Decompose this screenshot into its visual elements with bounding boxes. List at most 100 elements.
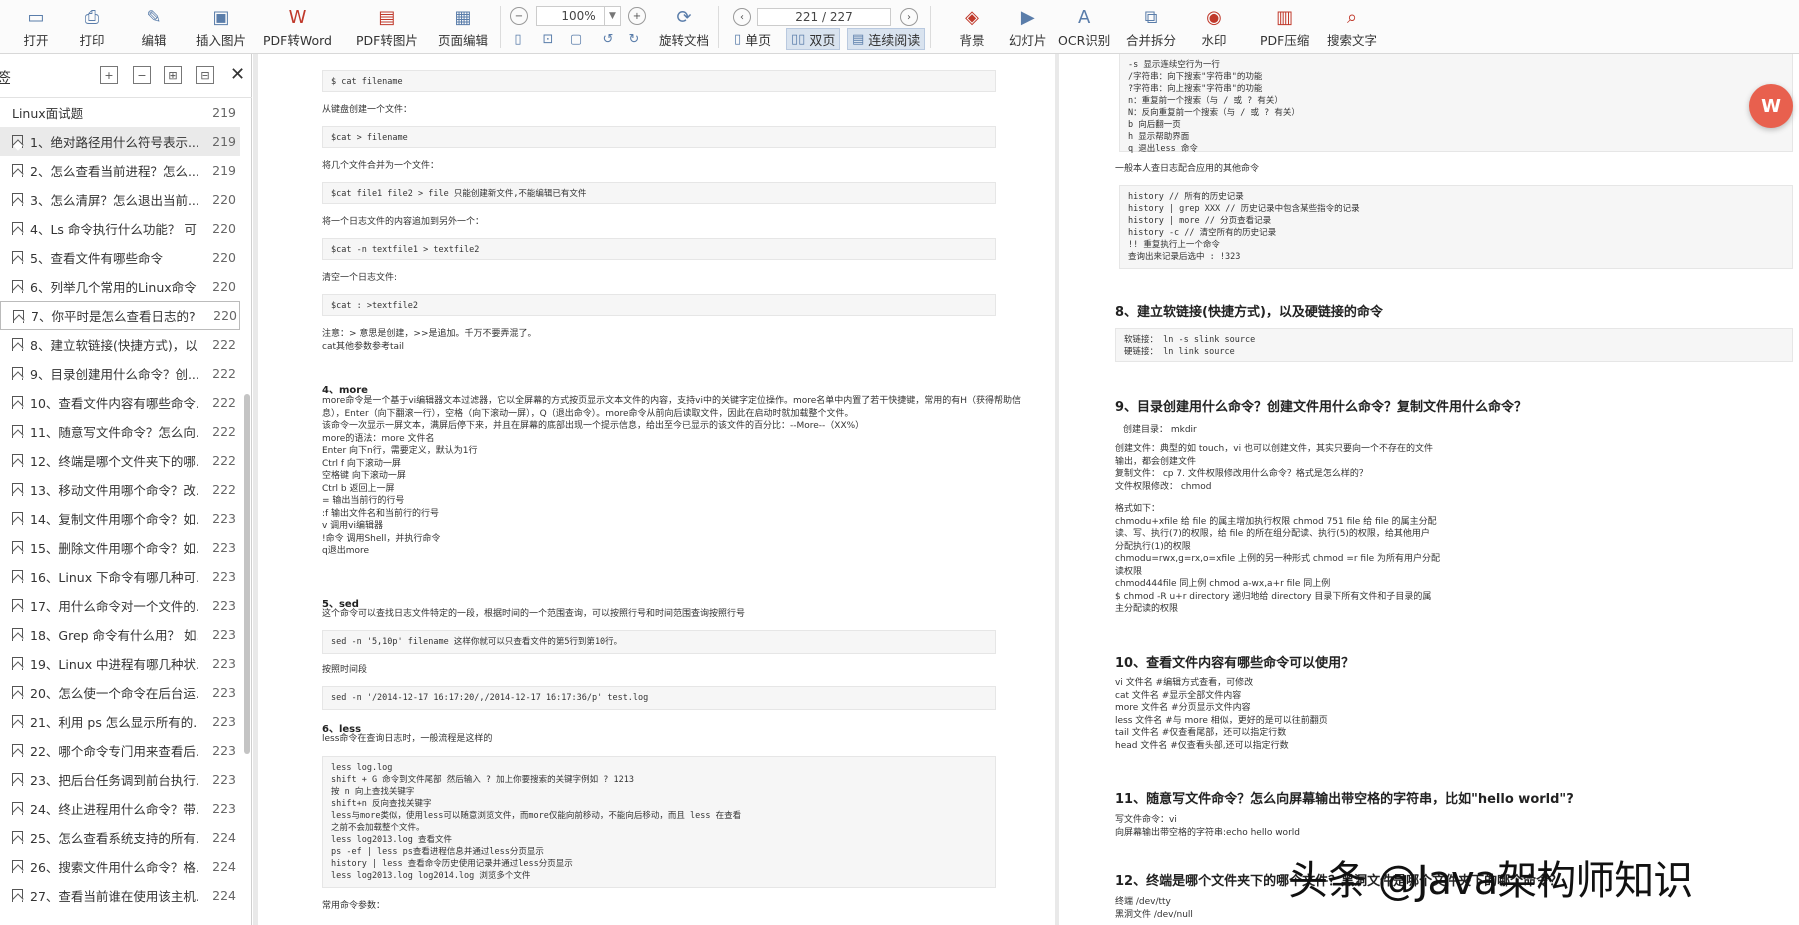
toc-item-page: 222 xyxy=(212,453,236,468)
pdf-to-image-button[interactable]: ▤ PDF转图片 xyxy=(356,3,418,49)
code-sed-time: sed -n '/2014-12-17 16:17:20/,/2014-12-1… xyxy=(331,693,649,703)
code-cat-append: $cat -n textfile1 > textfile2 xyxy=(331,245,480,255)
bookmark-icon xyxy=(12,831,23,844)
close-icon[interactable]: ✕ xyxy=(230,64,245,85)
ocr-button[interactable]: A OCR识别 xyxy=(1058,3,1110,49)
text: 写文件命令：vi 向屏幕输出带空格的字符串:echo hello world xyxy=(1115,815,1300,838)
code-cat-merge: $cat file1 file2 > file 只能创建新文件,不能编辑已有文件 xyxy=(331,189,587,199)
open-button[interactable]: ▭ 打开 xyxy=(22,3,50,49)
toc-item[interactable]: 18、Grep 命令有什么用？ 如... 223 xyxy=(0,620,240,649)
background-button[interactable]: ◈ 背景 xyxy=(958,3,986,49)
continuous-read-button[interactable]: ▤ 连续阅读 xyxy=(847,28,926,50)
toc-section[interactable]: Linux面试题 219 xyxy=(0,98,240,127)
toc-item[interactable]: 1、绝对路径用什么符号表示... 219 xyxy=(0,127,240,156)
zoom-in-icon[interactable]: + xyxy=(628,7,646,25)
remove-bookmark-icon[interactable]: − xyxy=(133,66,151,84)
toc-item[interactable]: 26、搜索文件用什么命令？格... 224 xyxy=(0,852,240,881)
toc-item-title: 15、删除文件用哪个命令？如... xyxy=(30,541,198,556)
print-button[interactable]: ⎙ 打印 xyxy=(78,3,106,49)
text: 创建文件：典型的如 touch，vi 也可以创建文件，其实只要向一个不存在的文件… xyxy=(1115,444,1433,492)
bookmark-icon[interactable]: ⊟ xyxy=(196,66,214,84)
watermark-button[interactable]: ◉ 水印 xyxy=(1200,3,1228,49)
merge-split-button[interactable]: ⧉ 合并拆分 xyxy=(1126,3,1176,49)
toc-item[interactable]: 24、终止进程用什么命令？带... 223 xyxy=(0,794,240,823)
toc-item[interactable]: 11、随意写文件命令？怎么向... 222 xyxy=(0,417,240,446)
grid-icon: ▦ xyxy=(454,6,472,28)
double-page-icon: ▯▯ xyxy=(791,31,806,47)
rotate-left-icon[interactable]: ↺ xyxy=(598,29,618,49)
scrollbar[interactable] xyxy=(244,394,250,754)
toc-item[interactable]: 20、怎么使一个命令在后台运... 223 xyxy=(0,678,240,707)
toc-item[interactable]: 10、查看文件内容有哪些命令... 222 xyxy=(0,388,240,417)
fit-page-icon[interactable]: ▯ xyxy=(508,29,528,49)
toc-item-page: 222 xyxy=(212,482,236,497)
toc-item[interactable]: 27、查看当前谁在使用该主机... 224 xyxy=(0,881,240,910)
bookmark-icon xyxy=(12,686,23,699)
zoom-out-icon[interactable]: − xyxy=(510,7,528,25)
rotate-right-icon[interactable]: ↻ xyxy=(624,29,644,49)
toc-item-page: 224 xyxy=(212,859,236,874)
toc-item[interactable]: 9、目录创建用什么命令？创... 222 xyxy=(0,359,240,388)
toc-item-page: 222 xyxy=(212,337,236,352)
toc-item[interactable]: 3、怎么清屏？怎么退出当前... 220 xyxy=(0,185,240,214)
single-page-button[interactable]: ▯ 单页 xyxy=(730,28,775,50)
insert-image-button[interactable]: ▣ 插入图片 xyxy=(196,3,246,49)
text: 从键盘创建一个文件： xyxy=(322,105,413,115)
toc-item-title: 21、利用 ps 怎么显示所有的... xyxy=(30,715,198,730)
heading-q9: 9、目录创建用什么命令？创建文件用什么命令？复制文件用什么命令？ xyxy=(1115,400,1528,415)
bookmark-icon xyxy=(12,454,23,467)
slideshow-button[interactable]: ▶ 幻灯片 xyxy=(1009,3,1047,49)
code-less-params: -s 显示连续空行为一行 /字符串：向下搜索"字符串"的功能 ?字符串：向上搜索… xyxy=(1128,60,1300,154)
floating-word-button[interactable]: W xyxy=(1749,84,1793,128)
toc-item[interactable]: 13、移动文件用哪个命令？改... 222 xyxy=(0,475,240,504)
toc-item[interactable]: 12、终端是哪个文件夹下的哪... 222 xyxy=(0,446,240,475)
toc-item[interactable]: 6、列举几个常用的Linux命令 220 xyxy=(0,272,240,301)
toc-item[interactable]: 17、用什么命令对一个文件的... 223 xyxy=(0,591,240,620)
toc-item[interactable]: 5、查看文件有哪些命令 220 xyxy=(0,243,240,272)
bookmark-icon xyxy=(12,628,23,641)
bookmark-icon xyxy=(12,425,23,438)
toc-item[interactable]: 15、删除文件用哪个命令？如... 223 xyxy=(0,533,240,562)
toc-item[interactable]: 14、复制文件用哪个命令？如... 223 xyxy=(0,504,240,533)
toc-item[interactable]: 8、建立软链接(快捷方式)，以... 222 xyxy=(0,330,240,359)
pdf-compress-button[interactable]: ▥ PDF压缩 xyxy=(1260,3,1309,49)
search-text-button[interactable]: ⌕ 搜索文字 xyxy=(1327,3,1377,49)
more-description: more命令是一个基于vi编辑器文本过滤器，它以全屏幕的方式按页显示文本文件的内… xyxy=(322,396,1022,556)
code-cat: $ cat filename xyxy=(331,77,403,87)
actual-size-icon[interactable]: ▢ xyxy=(566,29,586,49)
toc-item[interactable]: 7、你平时是怎么查看日志的? 220 xyxy=(0,301,240,330)
toc-item[interactable]: 23、把后台任务调到前台执行... 223 xyxy=(0,765,240,794)
add-bookmark-icon[interactable]: + xyxy=(100,66,118,84)
next-page-icon[interactable]: › xyxy=(900,8,918,26)
rotate-document-button[interactable]: ⟳ 旋转文档 xyxy=(659,3,709,49)
toc-item[interactable]: 2、怎么查看当前进程？怎么... 219 xyxy=(0,156,240,185)
rotate-doc-icon: ⟳ xyxy=(676,6,692,28)
page-number-input[interactable]: 221 / 227 xyxy=(757,8,891,26)
pdf-to-word-button[interactable]: W PDF转Word xyxy=(263,3,332,49)
toc-item[interactable]: 4、Ls 命令执行什么功能？ 可... 220 xyxy=(0,214,240,243)
toc-item[interactable]: 25、怎么查看系统支持的所有... 224 xyxy=(0,823,240,852)
toc-item-title: 17、用什么命令对一个文件的... xyxy=(30,599,198,614)
text: 一般本人查日志配合应用的其他命令 xyxy=(1115,164,1260,174)
toc-item[interactable]: 16、Linux 下命令有哪几种可... 223 xyxy=(0,562,240,591)
toc-item-title: 19、Linux 中进程有哪几种状... xyxy=(30,657,198,672)
toc-item[interactable]: 21、利用 ps 怎么显示所有的... 223 xyxy=(0,707,240,736)
fit-width-icon[interactable]: ⊡ xyxy=(538,29,558,49)
chevron-down-icon[interactable]: ▼ xyxy=(604,6,620,26)
toc-item-title: 10、查看文件内容有哪些命令... xyxy=(30,396,198,411)
toc-item-page: 219 xyxy=(212,105,236,120)
edit-button[interactable]: ✎ 编辑 xyxy=(140,3,168,49)
toc-item-title: 12、终端是哪个文件夹下的哪... xyxy=(30,454,198,469)
toc-item-page: 220 xyxy=(212,221,236,236)
bookmark-icon xyxy=(12,280,23,293)
page-edit-button[interactable]: ▦ 页面编辑 xyxy=(438,3,488,49)
toc-item[interactable]: 19、Linux 中进程有哪几种状... 223 xyxy=(0,649,240,678)
bookmark-add-icon[interactable]: ⊞ xyxy=(164,66,182,84)
code-sed: sed -n '5,10p' filename 这样你就可以只查看文件的第5行到… xyxy=(331,637,623,647)
toc-item-title: 5、查看文件有哪些命令 xyxy=(30,251,163,266)
bookmark-icon xyxy=(12,773,23,786)
double-page-button[interactable]: ▯▯ 双页 xyxy=(786,28,841,50)
toc-item[interactable]: 22、哪个命令专门用来查看后... 223 xyxy=(0,736,240,765)
prev-page-icon[interactable]: ‹ xyxy=(733,8,751,26)
toc-item-title: Linux面试题 xyxy=(12,106,84,121)
